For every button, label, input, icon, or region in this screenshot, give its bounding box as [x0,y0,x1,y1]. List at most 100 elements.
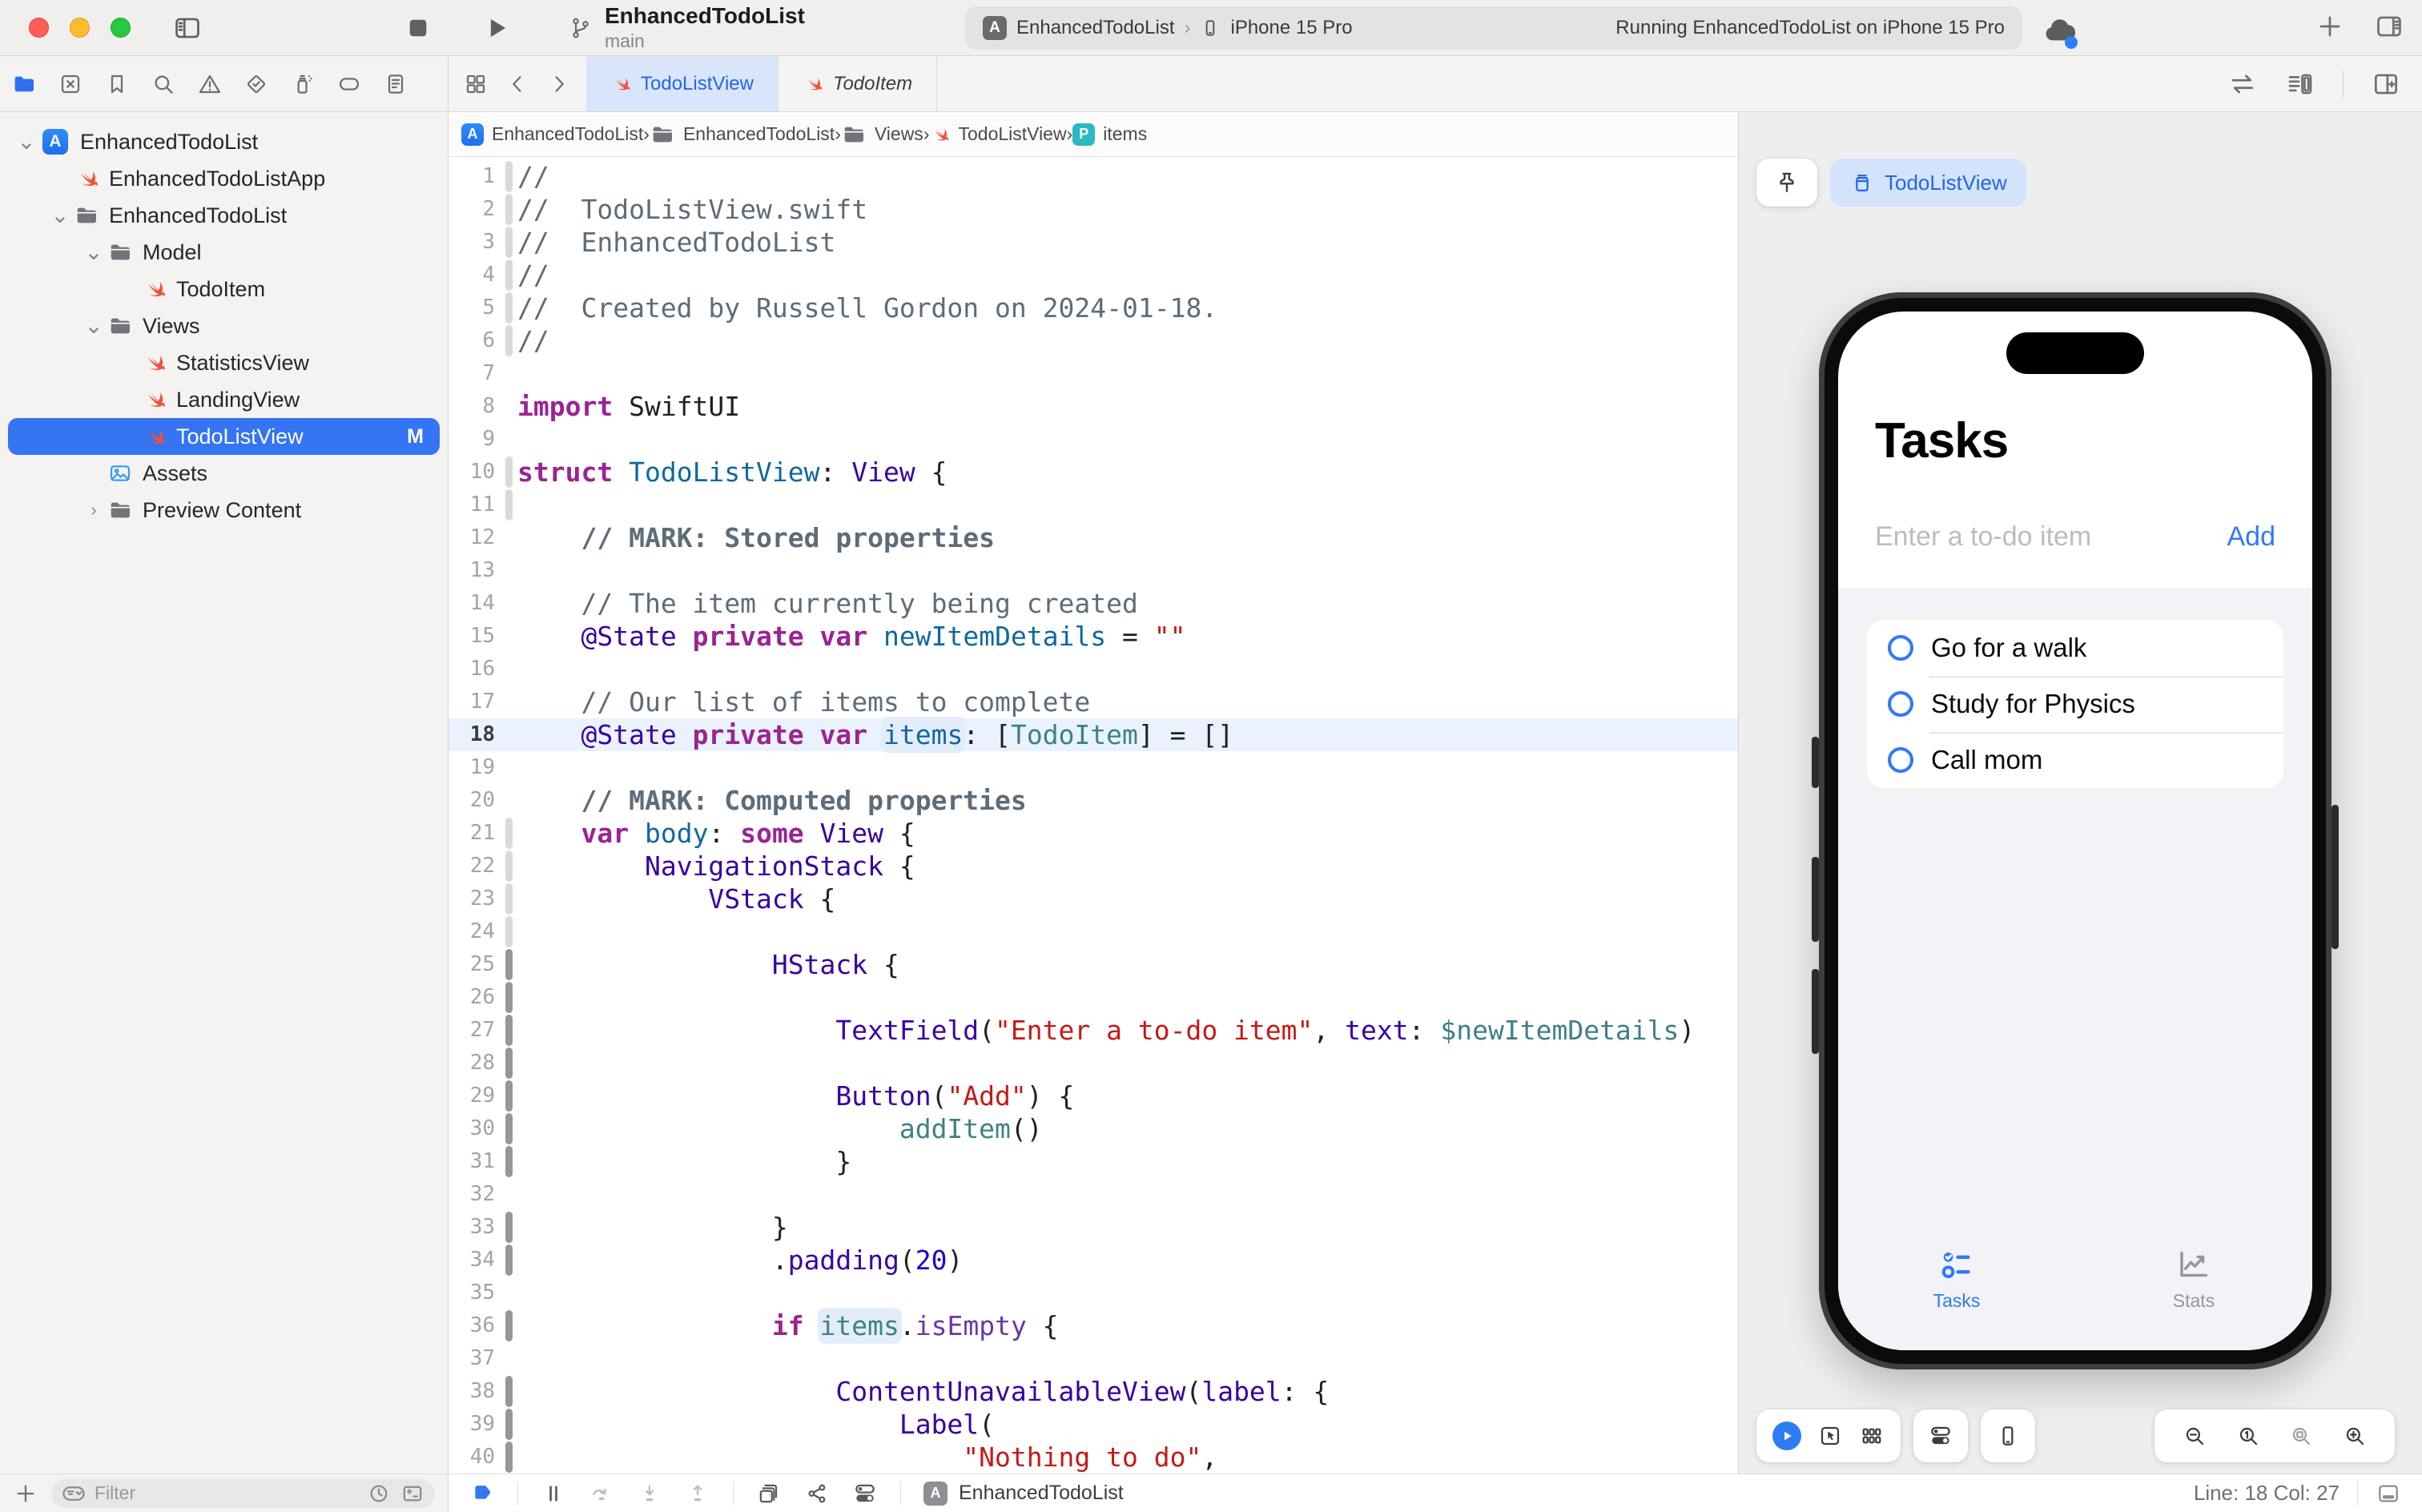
toggle-navigator-icon[interactable] [172,13,203,43]
tab-todoitem[interactable]: TodoItem [778,56,937,111]
code-line[interactable]: 37 [449,1342,1738,1375]
zoom-window-button[interactable] [111,18,131,38]
code-line[interactable]: 28 [449,1047,1738,1080]
code-line[interactable]: 40 "Nothing to do", [449,1441,1738,1474]
sidebar-item-assets[interactable]: Assets [8,455,440,492]
recent-files-icon[interactable] [366,1481,392,1506]
zoom-to-fit-icon[interactable] [2288,1423,2314,1449]
code-line[interactable]: 8import SwiftUI [449,390,1738,423]
disclosure-chevron-icon[interactable]: ⌄ [13,134,40,150]
live-preview-button[interactable] [1772,1422,1801,1450]
breadcrumb-item-enhancedtodolist[interactable]: EnhancedTodoList [650,122,835,147]
tab-todolistview[interactable]: TodoListView [586,56,778,111]
report-navigator-icon[interactable] [383,71,408,97]
zoom-actual-size-icon[interactable] [2235,1423,2261,1449]
sidebar-item-todoitem[interactable]: TodoItem [8,271,440,308]
add-tab-icon[interactable] [2315,11,2345,42]
back-icon[interactable] [505,71,530,97]
code-line[interactable]: 23 VStack { [449,883,1738,915]
code-line[interactable]: 27 TextField("Enter a to-do item", text:… [449,1014,1738,1047]
code-line[interactable]: 32 [449,1178,1738,1211]
add-file-icon[interactable] [13,1481,38,1506]
breadcrumb-item-todolistview[interactable]: TodoListView [929,123,1066,145]
code-line[interactable]: 5// Created by Russell Gordon on 2024-01… [449,292,1738,324]
code-line[interactable]: 1// [449,160,1738,193]
code-line[interactable]: 29 Button("Add") { [449,1080,1738,1112]
device-settings-icon[interactable] [1928,1423,1953,1449]
close-window-button[interactable] [29,18,49,38]
view-debugger-icon[interactable] [756,1481,782,1506]
sidebar-item-model[interactable]: ⌄Model [8,234,440,271]
code-area[interactable]: 1//2// TodoListView.swift3// EnhancedTod… [449,157,1738,1474]
debug-navigator-icon[interactable] [290,71,316,97]
code-line[interactable]: 6// [449,324,1738,357]
editor-options-icon[interactable] [2285,69,2315,99]
todo-list-item[interactable]: Go for a walk [1867,620,2283,676]
code-line[interactable]: 20 // MARK: Computed properties [449,784,1738,817]
memory-graph-icon[interactable] [804,1481,830,1506]
source-control-navigator-icon[interactable] [58,71,83,97]
code-line[interactable]: 22 NavigationStack { [449,850,1738,883]
sidebar-item-todolistview[interactable]: TodoListViewM [8,418,440,455]
disclosure-chevron-icon[interactable]: ⌄ [80,244,107,260]
preview-target-pill[interactable]: TodoListView [1830,159,2026,207]
code-line[interactable]: 10struct TodoListView: View { [449,456,1738,489]
related-items-icon[interactable] [463,71,489,97]
step-into-icon[interactable] [637,1481,662,1506]
code-line[interactable]: 24 [449,915,1738,948]
zoom-in-icon[interactable] [2342,1423,2368,1449]
code-line[interactable]: 38 ContentUnavailableView(label: { [449,1375,1738,1408]
code-line[interactable]: 34 .padding(20) [449,1244,1738,1277]
code-line[interactable]: 36 if items.isEmpty { [449,1309,1738,1342]
code-line[interactable]: 13 [449,554,1738,587]
code-line[interactable]: 14 // The item currently being created [449,587,1738,620]
code-line[interactable]: 3// EnhancedTodoList [449,226,1738,259]
sidebar-item-landingview[interactable]: LandingView [8,381,440,418]
code-line[interactable]: 17 // Our list of items to complete [449,686,1738,718]
todo-input-placeholder[interactable]: Enter a to-do item [1875,521,2091,553]
swap-editor-icon[interactable] [2227,69,2258,99]
variants-grid-icon[interactable] [1859,1423,1885,1449]
todo-checkbox-icon[interactable] [1888,747,1913,773]
breakpoints-toggle-icon[interactable] [469,1481,495,1506]
code-line[interactable]: 9 [449,423,1738,456]
code-line[interactable]: 11 [449,489,1738,521]
sidebar-item-enhancedtodolistapp[interactable]: EnhancedTodoListApp [8,160,440,197]
code-line[interactable]: 18 @State private var items: [TodoItem] … [449,718,1738,751]
code-line[interactable]: 39 Label( [449,1408,1738,1441]
code-line[interactable]: 12 // MARK: Stored properties [449,521,1738,554]
breadcrumb-item-items[interactable]: Pitems [1072,123,1147,146]
sidebar-item-enhancedtodolist[interactable]: ⌄AEnhancedTodoList [8,123,440,160]
code-line[interactable]: 7 [449,357,1738,390]
scheme-device-name[interactable]: iPhone 15 Pro [1230,17,1352,39]
app-tab-tasks[interactable]: Tasks [1838,1245,2075,1312]
todo-checkbox-icon[interactable] [1888,635,1913,661]
preview-device-icon[interactable] [1995,1423,2021,1449]
code-line[interactable]: 25 HStack { [449,948,1738,981]
scheme-selector[interactable]: A EnhancedTodoList › iPhone 15 Pro Runni… [965,6,2022,50]
bookmark-navigator-icon[interactable] [104,71,130,97]
todo-list-item[interactable]: Study for Physics [1867,676,2283,732]
editor-only-icon[interactable] [2376,1481,2401,1506]
code-line[interactable]: 26 [449,981,1738,1014]
run-button[interactable] [481,13,512,43]
code-line[interactable]: 2// TodoListView.swift [449,193,1738,226]
code-line[interactable]: 19 [449,751,1738,784]
issue-navigator-icon[interactable] [197,71,223,97]
code-line[interactable]: 30 addItem() [449,1112,1738,1145]
forward-icon[interactable] [546,71,572,97]
code-line[interactable]: 15 @State private var newItemDetails = "… [449,620,1738,653]
zoom-out-icon[interactable] [2182,1423,2207,1449]
selectable-preview-icon[interactable] [1817,1423,1843,1449]
source-control-status-icon[interactable] [400,1481,425,1506]
toggle-inspector-icon[interactable] [2374,11,2404,42]
filter-field[interactable]: Filter [51,1479,435,1508]
minimize-window-button[interactable] [70,18,90,38]
pin-preview-button[interactable] [1756,159,1817,207]
sidebar-item-enhancedtodolist[interactable]: ⌄EnhancedTodoList [8,197,440,234]
app-tab-stats[interactable]: Stats [2075,1245,2312,1312]
step-over-icon[interactable] [589,1481,614,1506]
filter-options-icon[interactable] [61,1481,86,1506]
sidebar-item-views[interactable]: ⌄Views [8,308,440,344]
add-todo-button[interactable]: Add [2227,521,2276,553]
